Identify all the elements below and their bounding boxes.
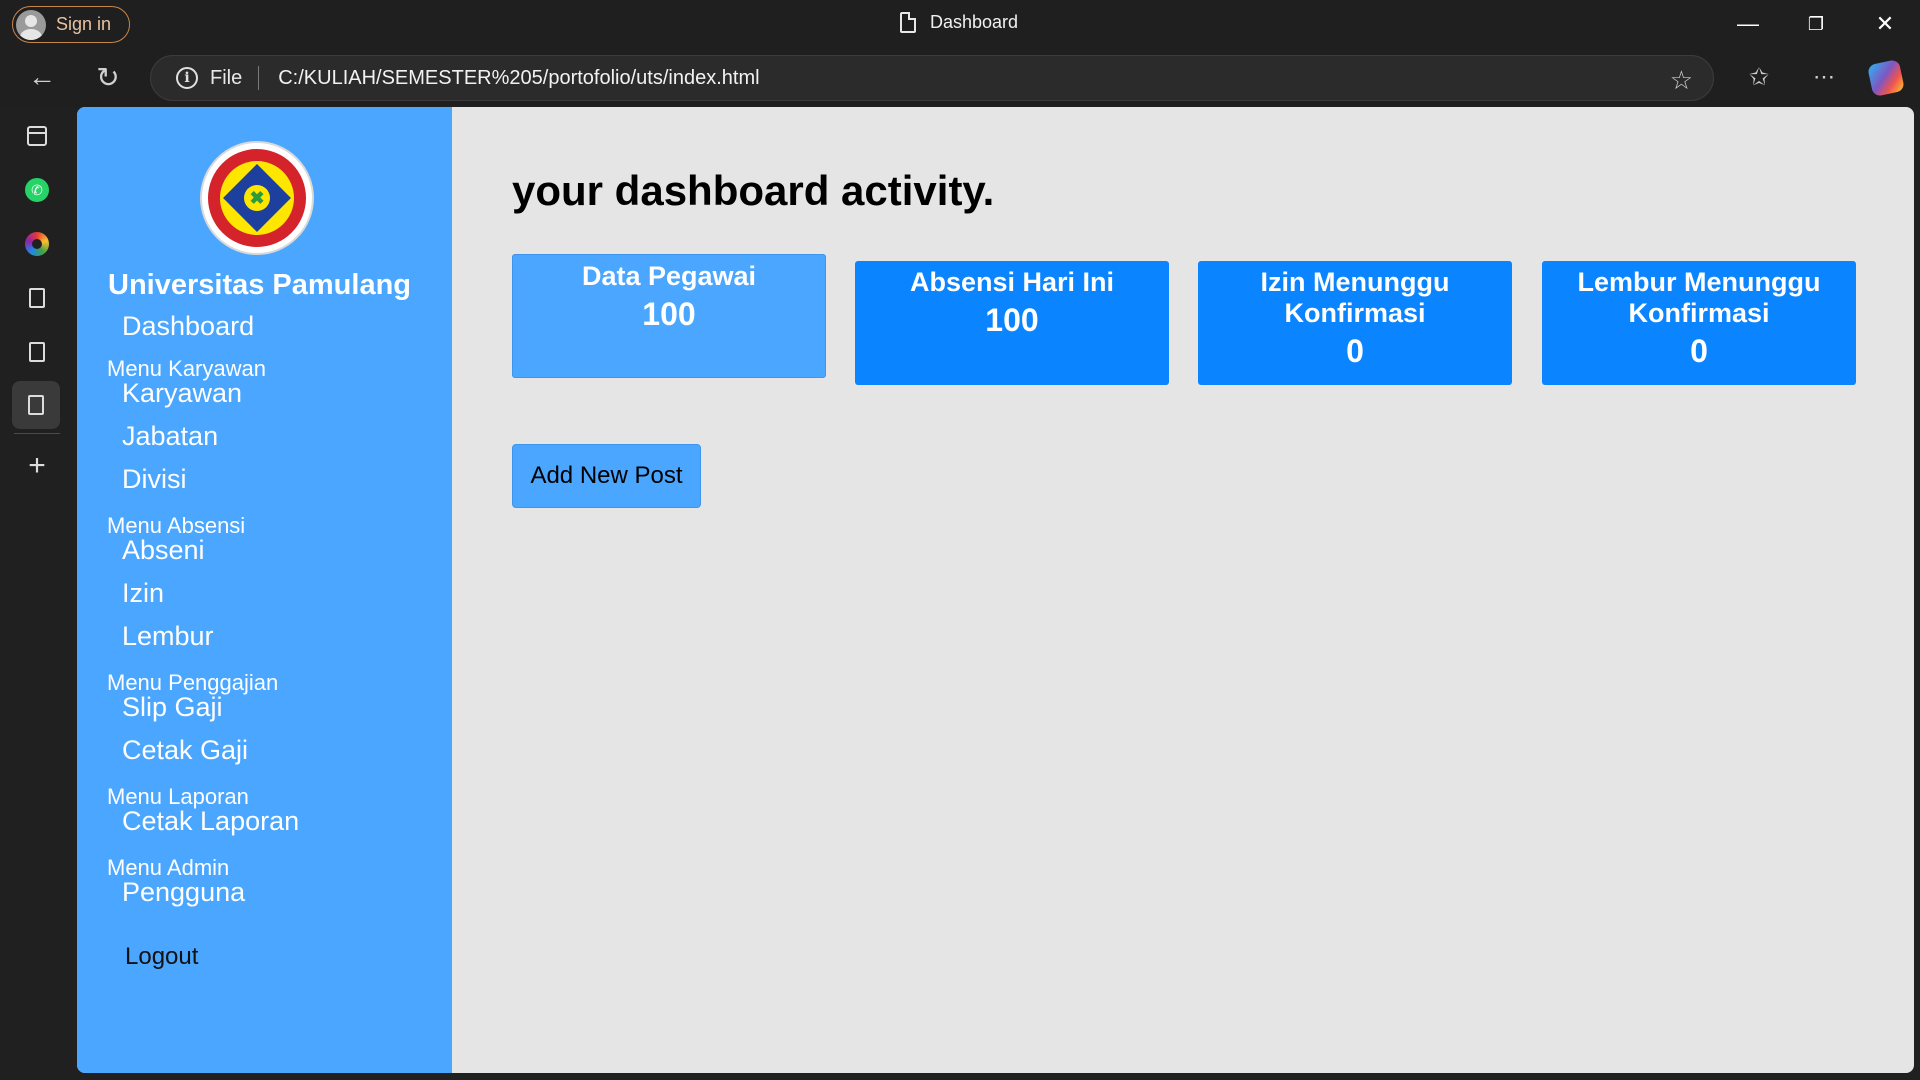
sign-in-button[interactable]: Sign in (12, 6, 130, 43)
active-tab[interactable]: Dashboard (900, 12, 1018, 33)
info-icon[interactable]: i (176, 67, 198, 89)
university-logo: ✖ (200, 141, 314, 255)
card-title: Data Pegawai (581, 261, 757, 291)
whatsapp-icon[interactable]: ✆ (22, 175, 52, 205)
card-title: Izin Menunggu Konfirmasi (1260, 267, 1450, 328)
address-separator (258, 66, 260, 90)
browser-title-bar: Sign in Dashboard — ❐ ✕ (0, 0, 1920, 49)
nav-karyawan[interactable]: Karyawan (122, 378, 242, 409)
nav-divisi[interactable]: Divisi (122, 464, 187, 495)
restore-icon[interactable]: ❐ (1796, 8, 1836, 40)
card-value: 0 (1690, 333, 1708, 369)
vertical-tab-strip: ✆ + (0, 107, 74, 1080)
nav-cetak-gaji[interactable]: Cetak Gaji (122, 735, 248, 766)
card-value: 100 (642, 296, 696, 332)
active-page-tab-icon[interactable] (12, 381, 60, 429)
page-tab-icon[interactable] (22, 337, 52, 367)
brand-title: Universitas Pamulang (108, 269, 411, 301)
nav-slip-gaji[interactable]: Slip Gaji (122, 692, 223, 723)
address-bar[interactable]: i File C:/KULIAH/SEMESTER%205/portofolio… (150, 55, 1714, 101)
document-icon (900, 12, 916, 33)
stat-card-izin[interactable]: Izin Menunggu Konfirmasi 0 (1198, 261, 1512, 385)
sidebar: ✖ Universitas Pamulang Dashboard Menu Ka… (77, 107, 452, 1073)
card-value: 100 (985, 302, 1039, 338)
stat-card-lembur[interactable]: Lembur Menunggu Konfirmasi 0 (1542, 261, 1856, 385)
favorites-icon[interactable]: ✩ (1739, 57, 1779, 97)
tab-title: Dashboard (930, 12, 1019, 32)
page-title: your dashboard activity. (512, 167, 995, 214)
card-title: Absensi Hari Ini (909, 267, 1115, 297)
card-value: 0 (1346, 333, 1364, 369)
back-arrow-icon[interactable]: ← (22, 57, 62, 97)
file-scheme-label: File (210, 66, 243, 89)
nav-dashboard[interactable]: Dashboard (122, 311, 254, 342)
refresh-icon[interactable]: ↻ (88, 57, 128, 97)
nav-pengguna[interactable]: Pengguna (122, 877, 245, 908)
app-swirl-icon[interactable] (22, 229, 52, 259)
favorite-star-icon[interactable]: ☆ (1670, 65, 1693, 96)
sign-in-label: Sign in (56, 14, 112, 34)
add-new-post-button[interactable]: Add New Post (512, 444, 701, 508)
page-viewport: ✖ Universitas Pamulang Dashboard Menu Ka… (77, 107, 1914, 1073)
stat-card-absensi[interactable]: Absensi Hari Ini 100 (855, 261, 1169, 385)
navigation-bar: ← ↻ i File C:/KULIAH/SEMESTER%205/portof… (0, 49, 1920, 107)
profile-avatar-icon (16, 9, 46, 40)
nav-cetak-laporan[interactable]: Cetak Laporan (122, 806, 299, 837)
close-icon[interactable]: ✕ (1865, 8, 1905, 40)
page-tab-icon[interactable] (22, 283, 52, 313)
more-options-icon[interactable]: ⋯ (1804, 57, 1844, 97)
nav-jabatan[interactable]: Jabatan (122, 421, 218, 452)
nav-izin[interactable]: Izin (122, 578, 164, 609)
tab-actions-icon[interactable] (22, 121, 52, 151)
nav-lembur[interactable]: Lembur (122, 621, 214, 652)
new-tab-plus-icon[interactable]: + (22, 449, 52, 482)
logout-link[interactable]: Logout (125, 943, 198, 971)
minimize-icon[interactable]: — (1728, 8, 1768, 40)
stat-card-data-pegawai[interactable]: Data Pegawai 100 (512, 254, 826, 378)
url-text[interactable]: C:/KULIAH/SEMESTER%205/portofolio/uts/in… (278, 67, 759, 90)
card-title: Lembur Menunggu Konfirmasi (1577, 267, 1821, 328)
copilot-icon[interactable] (1867, 59, 1905, 97)
tab-divider (14, 433, 60, 434)
nav-abseni[interactable]: Abseni (122, 535, 205, 566)
